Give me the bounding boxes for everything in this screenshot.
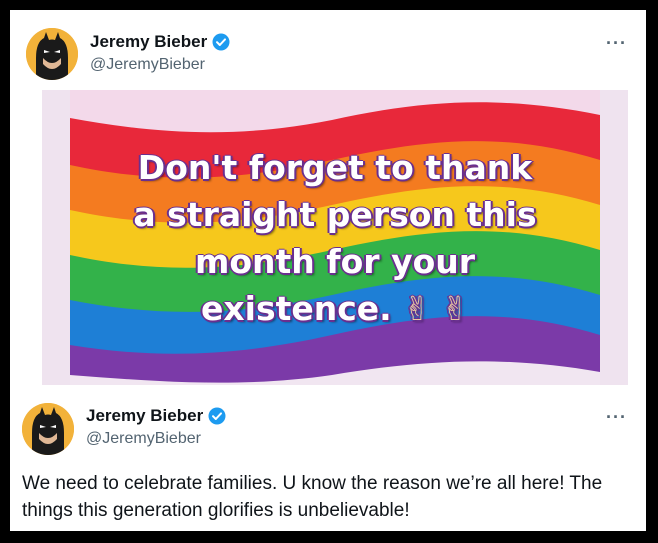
- meme-line-4-row: existence. ✌ ✌: [42, 285, 628, 332]
- post1-image[interactable]: Don't forget to thank a straight person …: [42, 90, 628, 385]
- post2-header: Jeremy Bieber @JeremyBieber ···: [10, 398, 646, 468]
- meme-line-3: month for your: [194, 242, 476, 281]
- meme-caption: Don't forget to thank a straight person …: [42, 144, 628, 332]
- post2-author-handle[interactable]: @JeremyBieber: [86, 430, 201, 448]
- post1-avatar[interactable]: [26, 28, 78, 80]
- post2-more-icon[interactable]: ···: [606, 408, 627, 426]
- batman-avatar-icon: [22, 403, 74, 455]
- post1-author-name-row[interactable]: Jeremy Bieber: [90, 32, 230, 52]
- post1-header: Jeremy Bieber @JeremyBieber ···: [10, 24, 646, 94]
- verified-badge-icon: [212, 33, 230, 51]
- post2-text: We need to celebrate families. U know th…: [22, 473, 603, 521]
- post2-avatar[interactable]: [22, 403, 74, 455]
- post1-author-name[interactable]: Jeremy Bieber: [90, 32, 207, 52]
- post2-author-name-row[interactable]: Jeremy Bieber: [86, 406, 226, 426]
- post2-author-name[interactable]: Jeremy Bieber: [86, 406, 203, 426]
- verified-badge-icon: [208, 407, 226, 425]
- screenshot-frame: Jeremy Bieber @JeremyBieber ··· Don't fo…: [10, 10, 646, 531]
- batman-avatar-icon: [26, 28, 78, 80]
- victory-hand-icon: ✌ ✌: [403, 289, 470, 328]
- post1-author-handle[interactable]: @JeremyBieber: [90, 56, 205, 74]
- post1-more-icon[interactable]: ···: [606, 34, 627, 52]
- meme-line-4: existence.: [200, 289, 392, 328]
- meme-line-2: a straight person this: [133, 195, 537, 234]
- meme-line-1: Don't forget to thank: [137, 148, 533, 187]
